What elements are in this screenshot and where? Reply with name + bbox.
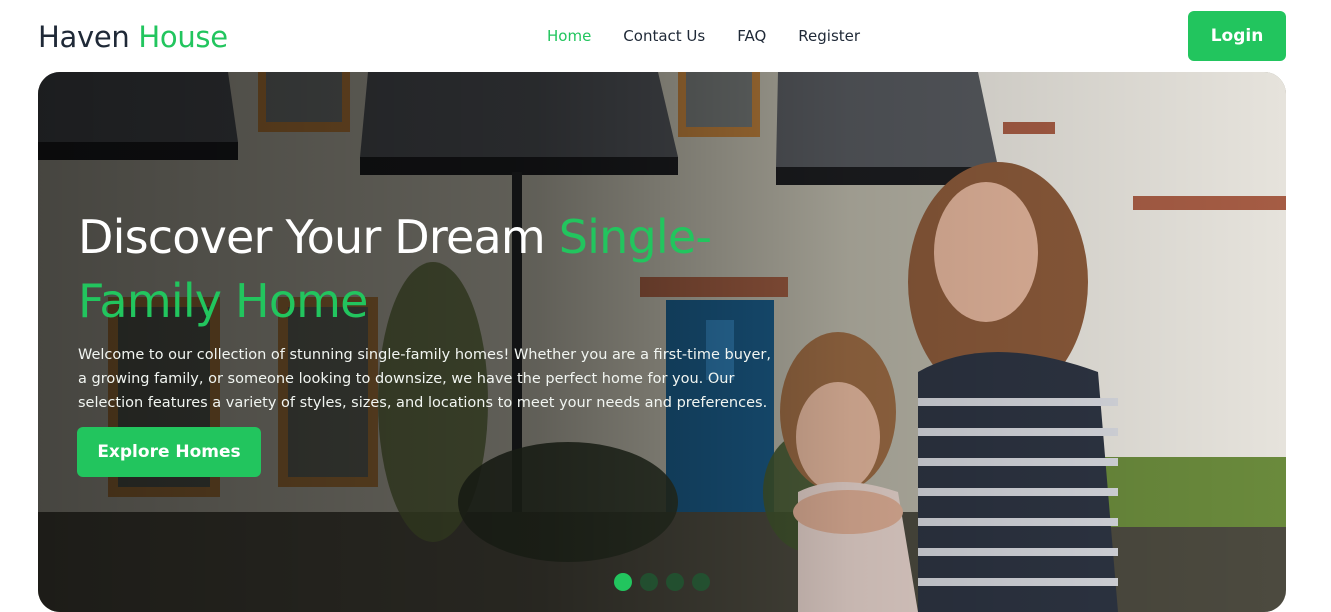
nav-link-faq[interactable]: FAQ — [737, 26, 766, 46]
carousel-dot-2[interactable] — [640, 573, 658, 591]
carousel-dot-4[interactable] — [692, 573, 710, 591]
brand-name-part2: House — [138, 20, 228, 54]
nav-link-register[interactable]: Register — [798, 26, 860, 46]
brand-logo[interactable]: Haven House — [38, 18, 228, 56]
brand-name-part1: Haven — [38, 20, 130, 54]
nav-link-home[interactable]: Home — [547, 26, 591, 46]
hero-title: Discover Your Dream Single-Family Home — [78, 205, 768, 333]
carousel-dot-3[interactable] — [666, 573, 684, 591]
hero-title-part1: Discover Your Dream — [78, 210, 546, 264]
carousel-dot-1[interactable] — [614, 573, 632, 591]
hero-banner: Discover Your Dream Single-Family Home W… — [38, 72, 1286, 612]
hero-overlay — [38, 72, 1286, 612]
explore-homes-button[interactable]: Explore Homes — [77, 427, 261, 477]
login-button[interactable]: Login — [1188, 11, 1286, 61]
navbar: Haven House Home Contact Us FAQ Register… — [0, 0, 1331, 72]
main-nav: Home Contact Us FAQ Register — [547, 26, 860, 46]
hero-description: Welcome to our collection of stunning si… — [78, 347, 771, 411]
nav-link-contact-us[interactable]: Contact Us — [623, 26, 705, 46]
carousel-indicators — [614, 573, 710, 591]
